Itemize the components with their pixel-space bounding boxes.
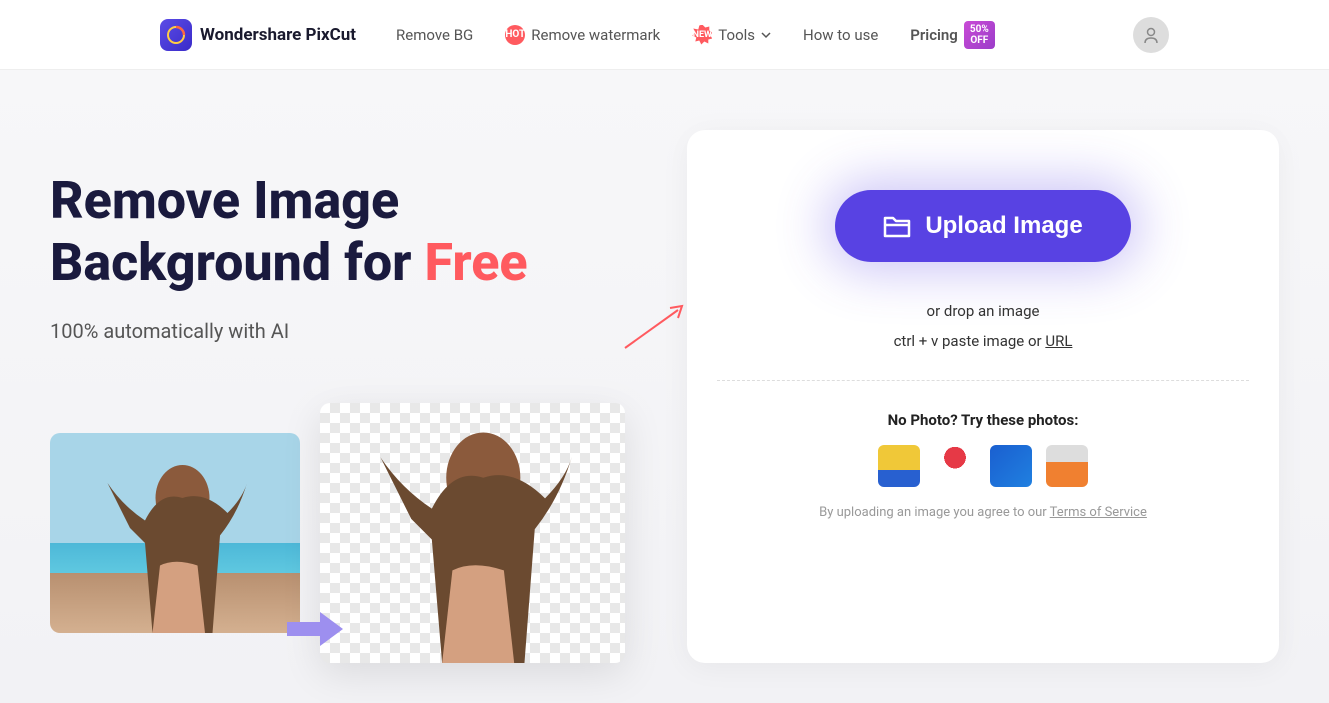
user-icon (1142, 26, 1160, 44)
sample-photo-4[interactable] (1046, 445, 1088, 487)
upload-button-label: Upload Image (925, 212, 1082, 240)
user-avatar[interactable] (1133, 17, 1169, 53)
no-photo-label: No Photo? Try these photos: (888, 411, 1079, 429)
hero-section: Remove Image Background for Free 100% au… (0, 70, 1329, 703)
nav-how-to-use[interactable]: How to use (803, 26, 878, 44)
nav: Remove BG HOT Remove watermark NEW Tools… (396, 21, 1133, 49)
nav-remove-watermark[interactable]: HOT Remove watermark (505, 25, 660, 45)
divider (717, 380, 1249, 381)
person-shape (358, 416, 587, 663)
arrow-right-icon (285, 610, 345, 648)
logo-icon (160, 19, 192, 51)
hero-left: Remove Image Background for Free 100% au… (50, 130, 647, 663)
preview-comparison (50, 403, 647, 663)
chevron-down-icon (761, 30, 771, 40)
nav-pricing-label: Pricing (910, 26, 958, 44)
upload-button[interactable]: Upload Image (835, 190, 1130, 262)
sample-photo-3[interactable] (990, 445, 1032, 487)
header: Wondershare PixCut Remove BG HOT Remove … (0, 0, 1329, 70)
preview-after (320, 403, 625, 663)
url-link[interactable]: URL (1045, 332, 1072, 350)
hero-title-prefix: Remove Image Background for (50, 170, 424, 293)
paste-prefix: ctrl + v paste image or (894, 332, 1046, 350)
nav-remove-bg-label: Remove BG (396, 26, 473, 44)
paste-hint: ctrl + v paste image or URL (894, 332, 1073, 350)
nav-remove-bg[interactable]: Remove BG (396, 26, 473, 44)
folder-icon (883, 214, 911, 238)
tos-text: By uploading an image you agree to our T… (819, 505, 1147, 520)
nav-pricing[interactable]: Pricing 50%OFF (910, 21, 994, 49)
nav-tools-label: Tools (718, 26, 755, 44)
discount-badge: 50%OFF (964, 21, 995, 49)
hero-subtitle: 100% automatically with AI (50, 319, 647, 343)
tos-prefix: By uploading an image you agree to our (819, 505, 1050, 520)
nav-remove-watermark-label: Remove watermark (531, 26, 660, 44)
nav-tools[interactable]: NEW Tools (692, 25, 771, 45)
sample-photos (878, 445, 1088, 487)
hero-title-accent: Free (424, 232, 527, 293)
sample-photo-2[interactable] (934, 445, 976, 487)
logo[interactable]: Wondershare PixCut (160, 19, 356, 51)
nav-how-to-use-label: How to use (803, 26, 878, 44)
drop-hint: or drop an image (927, 302, 1040, 320)
upload-card: Upload Image or drop an image ctrl + v p… (687, 130, 1279, 663)
tos-link[interactable]: Terms of Service (1050, 505, 1147, 520)
sample-photo-1[interactable] (878, 445, 920, 487)
hero-title: Remove Image Background for Free (50, 170, 647, 295)
preview-before (50, 433, 300, 633)
person-shape (88, 453, 263, 633)
new-badge-icon: NEW (692, 25, 712, 45)
hot-badge-icon: HOT (505, 25, 525, 45)
curved-arrow-icon (620, 300, 690, 350)
brand-name: Wondershare PixCut (200, 25, 356, 45)
